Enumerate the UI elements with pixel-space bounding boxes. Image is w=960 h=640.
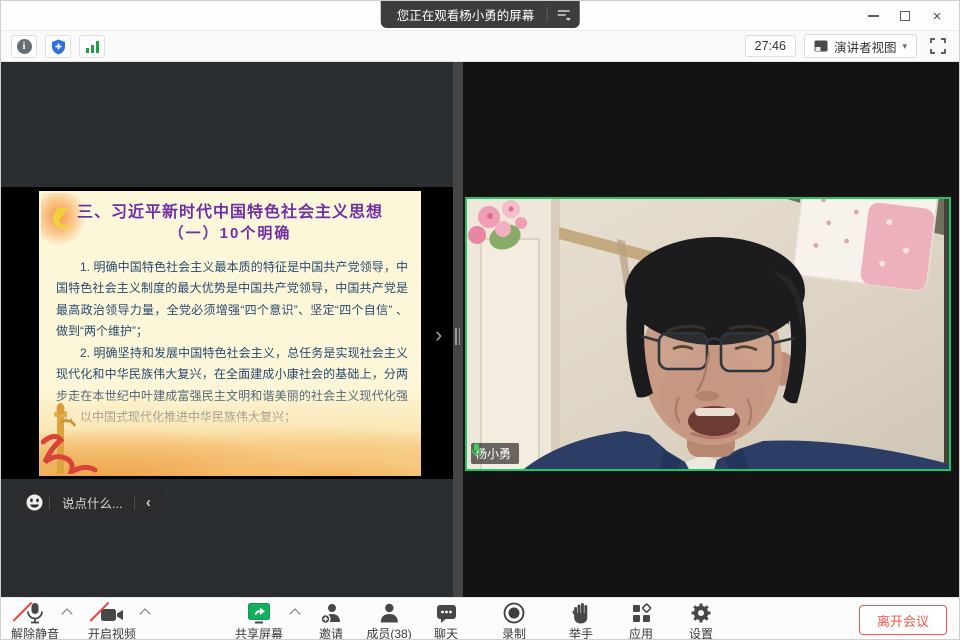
slide-title: 三、习近平新时代中国特色社会主义思想 (39, 198, 421, 222)
minimize-icon (868, 15, 879, 17)
raise-hand-label: 举手 (569, 625, 593, 640)
fullscreen-icon (930, 38, 946, 54)
expand-panel-icon[interactable]: › (435, 324, 442, 346)
security-button[interactable] (45, 35, 71, 58)
members-label: 成员(38) (366, 625, 411, 640)
members-icon (379, 603, 399, 624)
video-options-chevron-icon[interactable] (141, 608, 150, 617)
share-screen-icon (247, 602, 271, 624)
resize-grip-icon (455, 328, 460, 345)
raise-hand-icon (572, 602, 590, 624)
video-panel: 杨小勇 (463, 62, 959, 597)
invite-label: 邀请 (319, 625, 343, 640)
members-button[interactable]: 成员(38) (366, 601, 411, 640)
start-video-label: 开启视频 (88, 625, 136, 640)
emoji-button[interactable] (19, 494, 49, 511)
view-mode-dropdown[interactable]: 演讲者视图 ▾ (804, 34, 917, 58)
speaker-video-feed (467, 199, 951, 471)
main-area: 三、习近平新时代中国特色社会主义思想 （一）10个明确 1. 明确中国特色社会主… (1, 62, 959, 597)
chat-icon (435, 603, 456, 624)
shield-plus-icon (51, 39, 66, 55)
record-button[interactable]: 录制 (502, 601, 526, 640)
unmute-label: 解除静音 (11, 625, 59, 640)
minimize-button[interactable] (857, 1, 889, 31)
presentation-slide: 三、习近平新时代中国特色社会主义思想 （一）10个明确 1. 明确中国特色社会主… (39, 191, 421, 476)
mic-options-chevron-icon[interactable] (63, 608, 72, 617)
speaker-view-icon (814, 40, 828, 52)
network-signal-icon (86, 41, 99, 53)
slide-paragraph-1: 1. 明确中国特色社会主义最本质的特征是中国共产党领导，中国特色社会主义制度的最… (56, 257, 408, 343)
view-mode-label: 演讲者视图 (834, 37, 897, 56)
apps-label: 应用 (629, 625, 653, 640)
collapse-chat-icon[interactable]: ‹ (135, 494, 161, 511)
screen-list-icon[interactable] (547, 9, 579, 21)
info-bar-left: i (11, 35, 105, 58)
panel-resize-handle[interactable] (453, 62, 463, 597)
chevron-down-icon: ▾ (902, 41, 907, 52)
maximize-icon (900, 11, 910, 21)
meeting-window: 您正在观看杨小勇的屏幕 × i 27:46 演讲者视图 (0, 0, 960, 640)
settings-gear-icon (690, 602, 712, 624)
invite-icon (320, 603, 342, 624)
share-screen-button[interactable]: 共享屏幕 (235, 601, 283, 640)
quick-chat-bar[interactable]: 说点什么... ‹ (15, 488, 165, 516)
bottom-toolbar: 解除静音 开启视频 共享屏幕 邀请 (1, 597, 959, 640)
meeting-info-button[interactable]: i (11, 35, 37, 58)
shared-screen-panel: 三、习近平新时代中国特色社会主义思想 （一）10个明确 1. 明确中国特色社会主… (1, 62, 453, 597)
watching-title: 您正在观看杨小勇的屏幕 (381, 5, 547, 24)
leave-meeting-button[interactable]: 离开会议 (859, 605, 947, 635)
fullscreen-button[interactable] (925, 34, 951, 58)
apps-button[interactable]: 应用 (629, 601, 653, 640)
start-video-button[interactable]: 开启视频 (88, 601, 136, 640)
raise-hand-button[interactable]: 举手 (569, 601, 593, 640)
meeting-timer: 27:46 (745, 35, 796, 57)
invite-button[interactable]: 邀请 (319, 601, 343, 640)
emoji-icon (26, 494, 43, 511)
camera-muted-icon (100, 606, 124, 624)
close-icon: × (933, 9, 942, 24)
mic-active-icon (471, 443, 482, 457)
settings-button[interactable]: 设置 (689, 601, 713, 640)
network-status-button[interactable] (79, 35, 105, 58)
slide-subtitle: （一）10个明确 (39, 222, 421, 243)
watching-banner[interactable]: 您正在观看杨小勇的屏幕 (381, 1, 580, 28)
meeting-info-bar: i 27:46 演讲者视图 ▾ (1, 31, 959, 62)
record-label: 录制 (502, 625, 526, 640)
info-bar-right: 27:46 演讲者视图 ▾ (745, 34, 951, 58)
speaker-name-tag: 杨小勇 (471, 443, 519, 464)
settings-label: 设置 (689, 625, 713, 640)
chat-input-prompt[interactable]: 说点什么... (50, 493, 134, 512)
close-button[interactable]: × (921, 1, 953, 31)
chat-label: 聊天 (434, 625, 458, 640)
chat-button[interactable]: 聊天 (434, 601, 458, 640)
record-icon (503, 602, 525, 624)
share-screen-label: 共享屏幕 (235, 625, 283, 640)
window-controls: × (857, 1, 953, 31)
speaker-video-tile[interactable]: 杨小勇 (465, 197, 951, 471)
apps-icon (630, 603, 651, 624)
info-icon: i (17, 39, 32, 54)
maximize-button[interactable] (889, 1, 921, 31)
unmute-button[interactable]: 解除静音 (11, 601, 59, 640)
slide-column-art (41, 402, 101, 474)
share-options-chevron-icon[interactable] (291, 608, 300, 617)
titlebar: 您正在观看杨小勇的屏幕 × (1, 1, 959, 31)
